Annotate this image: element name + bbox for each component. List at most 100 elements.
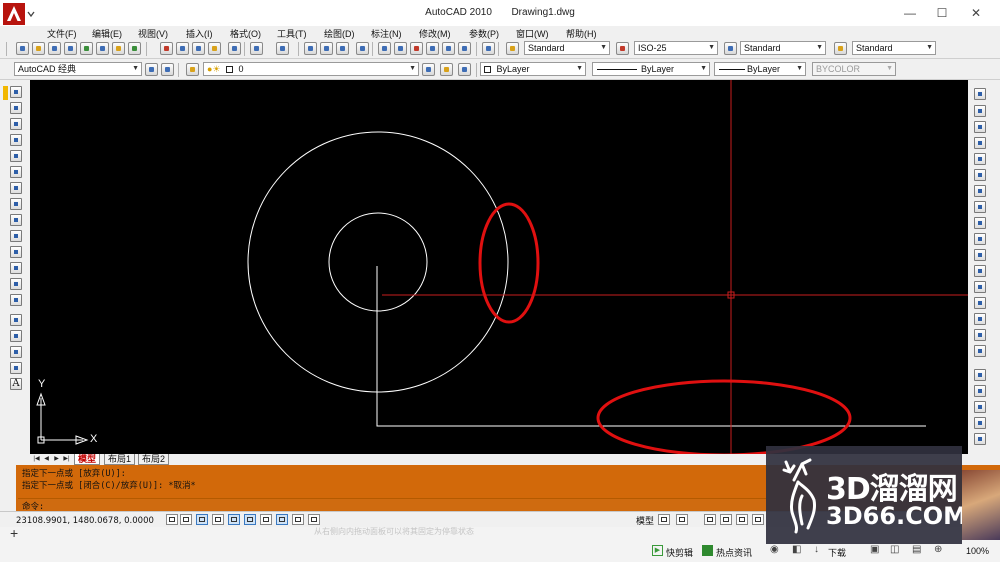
polyline-icon[interactable] (10, 118, 22, 130)
text-style-icon[interactable] (506, 42, 519, 55)
outer-circle[interactable] (247, 131, 509, 393)
arc-icon[interactable] (10, 166, 22, 178)
move-icon[interactable] (974, 169, 986, 181)
color-select[interactable]: ByLayer ▼ (480, 62, 586, 76)
bring-above-icon[interactable] (974, 417, 986, 429)
chamfer-icon[interactable] (974, 313, 986, 325)
fillet-icon[interactable] (974, 329, 986, 341)
region-icon[interactable] (10, 346, 22, 358)
circle-icon[interactable] (10, 182, 22, 194)
workspace-menu-icon[interactable] (161, 63, 174, 76)
table-icon[interactable] (10, 362, 22, 374)
grid-display-icon[interactable] (180, 514, 192, 525)
table-style-select[interactable]: Standard ▼ (740, 41, 826, 55)
spline-icon[interactable] (10, 214, 22, 226)
properties-icon[interactable] (378, 42, 391, 55)
make-object-layer-current-icon[interactable] (422, 63, 435, 76)
paste-icon[interactable] (192, 42, 205, 55)
prev-tab-button[interactable]: ◀ (42, 454, 51, 464)
make-block-icon[interactable] (10, 278, 22, 290)
extend-icon[interactable] (974, 249, 986, 261)
erase-icon[interactable] (974, 88, 986, 100)
mirror-icon[interactable] (974, 121, 986, 133)
next-tab-button[interactable]: ▶ (52, 454, 61, 464)
copy-clip-icon[interactable] (176, 42, 189, 55)
text-style-select[interactable]: Standard ▼ (524, 41, 610, 55)
block-editor-icon[interactable] (228, 42, 241, 55)
scale-icon[interactable] (974, 201, 986, 213)
explode-icon[interactable] (974, 345, 986, 357)
mute-icon[interactable]: ◫ (890, 544, 899, 555)
toolbar-grip[interactable] (6, 42, 7, 56)
ellipse-arc-icon[interactable] (10, 246, 22, 258)
offset-icon[interactable] (974, 137, 986, 149)
3d-dwf-icon[interactable] (112, 42, 125, 55)
object-snap-icon[interactable] (228, 514, 240, 525)
draw-order-icon[interactable] (974, 369, 986, 381)
dim-style-select[interactable]: ISO-25 ▼ (634, 41, 718, 55)
send-under-icon[interactable] (974, 433, 986, 445)
rectangle-icon[interactable] (10, 150, 22, 162)
redo-icon[interactable] (276, 42, 289, 55)
ie-mode-icon[interactable]: ◧ (792, 544, 801, 555)
pan-icon[interactable] (304, 42, 317, 55)
tab-layout1[interactable]: 布局1 (104, 454, 136, 465)
copy-icon[interactable] (974, 105, 986, 117)
workspace-select[interactable]: AutoCAD 经典 ▼ (14, 62, 142, 76)
pan-status-icon[interactable] (704, 514, 716, 525)
allow-ucs-icon[interactable] (260, 514, 272, 525)
tab-layout2[interactable]: 布局2 (138, 454, 170, 465)
model-space-label[interactable]: 模型 (636, 514, 654, 527)
gradient-icon[interactable] (10, 330, 22, 342)
revision-cloud-icon[interactable] (10, 198, 22, 210)
rotate-icon[interactable] (974, 185, 986, 197)
join-icon[interactable] (974, 297, 986, 309)
maximize-button[interactable]: ☐ (932, 5, 952, 21)
point-icon[interactable] (10, 294, 22, 306)
plot-preview-icon[interactable] (80, 42, 93, 55)
tool-palettes-icon[interactable] (410, 42, 423, 55)
first-tab-button[interactable]: |◀ (32, 454, 41, 464)
quick-view-drawings-icon[interactable] (676, 514, 688, 525)
screenshot-icon[interactable]: ▣ (870, 544, 879, 555)
break-icon[interactable] (974, 281, 986, 293)
break-at-point-icon[interactable] (974, 265, 986, 277)
markup-icon[interactable] (442, 42, 455, 55)
quick-properties-icon[interactable] (308, 514, 320, 525)
add-icon[interactable]: + (10, 525, 18, 541)
ortho-mode-icon[interactable] (196, 514, 208, 525)
help-icon[interactable] (482, 42, 495, 55)
sheet-set-icon[interactable] (426, 42, 439, 55)
quick-edit-link[interactable]: 快剪辑 (666, 546, 693, 559)
match-properties-icon[interactable] (208, 42, 221, 55)
send-to-back-icon[interactable] (974, 401, 986, 413)
extensions-icon[interactable]: ▤ (912, 544, 921, 555)
plot-icon[interactable] (64, 42, 77, 55)
undo-icon[interactable] (250, 42, 263, 55)
quickcalc-icon[interactable] (458, 42, 471, 55)
zoom-level[interactable]: 100% (966, 546, 989, 556)
minimize-button[interactable]: — (900, 5, 920, 21)
hot-news-link[interactable]: 热点资讯 (716, 546, 752, 559)
palette-grip[interactable] (3, 86, 8, 100)
close-button[interactable]: ✕ (966, 5, 986, 21)
design-center-icon[interactable] (394, 42, 407, 55)
zoom-realtime-icon[interactable] (320, 42, 333, 55)
multileader-style-select[interactable]: Standard ▼ (852, 41, 936, 55)
tab-model[interactable]: 模型 (74, 454, 101, 465)
array-icon[interactable] (974, 153, 986, 165)
inner-circle[interactable] (328, 212, 428, 312)
multileader-style-icon[interactable] (834, 42, 847, 55)
last-tab-button[interactable]: ▶| (62, 454, 71, 464)
construction-line-icon[interactable] (10, 102, 22, 114)
accelerate-icon[interactable]: ◉ (770, 544, 779, 555)
publish-icon[interactable] (96, 42, 109, 55)
downloads-link[interactable]: 下载 (828, 546, 846, 559)
steering-wheel-icon[interactable] (736, 514, 748, 525)
drawing-area[interactable]: Y X (30, 80, 968, 454)
polar-tracking-icon[interactable] (212, 514, 224, 525)
lineweight-toggle-icon[interactable] (292, 514, 304, 525)
hatch-icon[interactable] (10, 314, 22, 326)
quick-view-layouts-icon[interactable] (658, 514, 670, 525)
coordinate-readout[interactable]: 23108.9901, 1480.0678, 0.0000 (16, 516, 154, 526)
